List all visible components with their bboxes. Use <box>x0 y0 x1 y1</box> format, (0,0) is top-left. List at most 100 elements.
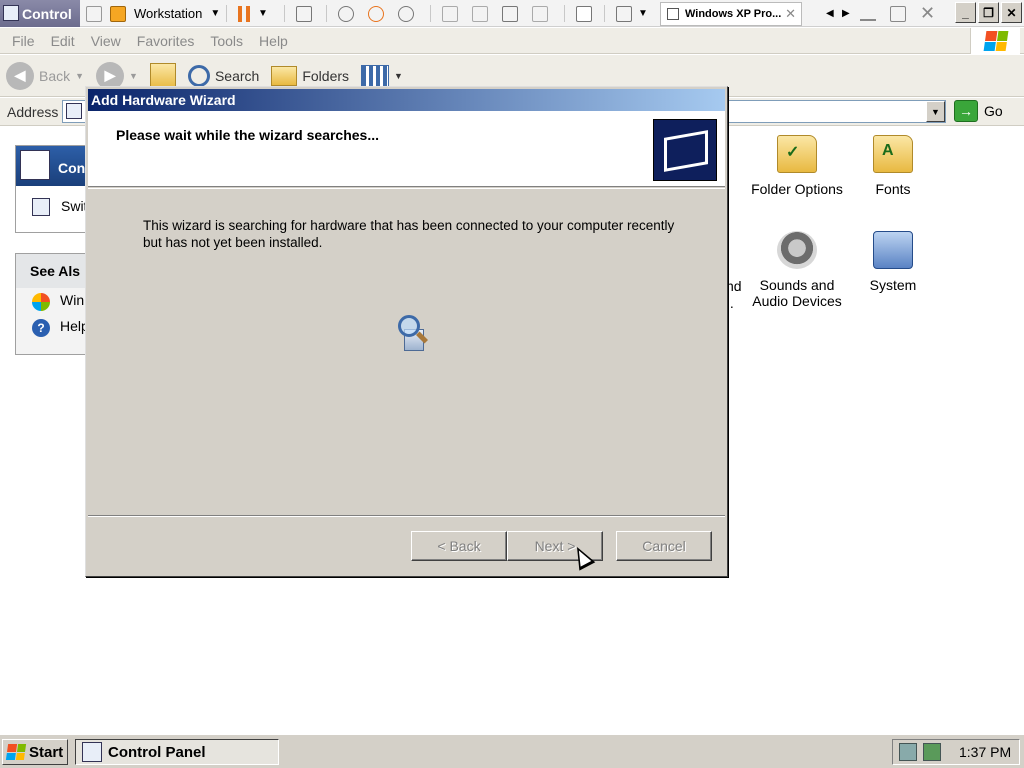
explorer-title-bar: Control <box>0 0 80 27</box>
control-panel-icon <box>82 742 102 762</box>
chevron-down-icon: ▼ <box>129 70 138 81</box>
menu-favorites[interactable]: Favorites <box>129 33 203 49</box>
menu-edit[interactable]: Edit <box>43 33 83 49</box>
menu-help[interactable]: Help <box>251 33 296 49</box>
revert-snapshot-icon[interactable] <box>368 3 384 24</box>
chevron-down-icon: ▼ <box>638 8 648 19</box>
address-dropdown[interactable]: ▼ <box>926 101 945 122</box>
control-panel-task-pane: Con Swit <box>15 145 87 233</box>
see-also-pane: See Als Win ? Help <box>15 253 89 355</box>
maximize-icon[interactable] <box>890 3 906 24</box>
sounds-audio-item[interactable]: Sounds and Audio Devices <box>742 231 852 309</box>
sidebar-icon[interactable] <box>442 3 458 24</box>
system-icon <box>873 231 913 269</box>
fullscreen-icon[interactable] <box>502 3 518 24</box>
vmware-tools-icon[interactable] <box>899 743 917 761</box>
vm-tab-icon <box>667 8 679 20</box>
search-label: Search <box>214 67 260 84</box>
go-label: Go <box>984 103 1003 119</box>
taskbar-control-panel[interactable]: Control Panel <box>75 739 279 765</box>
dialog-body-text: This wizard is searching for hardware th… <box>143 218 675 250</box>
folders-label: Folders <box>302 67 350 84</box>
search-button[interactable]: Search <box>187 64 260 87</box>
folder-options-label: Folder Options <box>751 181 843 197</box>
vmware-toolbar: Workstation ▼ ▼ ▼ Windows XP Pro... ✕ ◀ … <box>0 0 1024 27</box>
restore-button[interactable]: ❐ <box>978 2 999 23</box>
windows-flag-icon <box>983 31 1008 51</box>
tab-scroll-right-icon[interactable]: ▶ <box>842 3 850 24</box>
folders-icon <box>271 65 298 86</box>
taskbar: Start Control Panel 1:37 PM <box>0 734 1024 768</box>
control-panel-header-label: Con <box>58 160 86 176</box>
searching-animation-icon <box>398 315 432 355</box>
pin-icon[interactable] <box>86 3 102 24</box>
switch-view-icon <box>32 198 50 216</box>
start-label: Start <box>29 743 64 761</box>
folder-options-icon: ✓ <box>777 135 817 173</box>
send-keys-icon[interactable] <box>296 3 312 24</box>
windows-logo <box>970 28 1020 54</box>
snapshot-manager-icon[interactable] <box>398 3 414 24</box>
menu-tools[interactable]: Tools <box>202 33 251 49</box>
dialog-title-bar[interactable]: Add Hardware Wizard <box>88 89 725 111</box>
explorer-window-buttons: _ ❐ ✕ <box>955 2 1022 23</box>
minimize-button[interactable]: _ <box>955 2 976 23</box>
up-folder-icon <box>149 62 176 89</box>
back-wizard-button[interactable]: < Back <box>411 531 507 561</box>
vm-tab[interactable]: Windows XP Pro... ✕ <box>660 2 802 26</box>
console-icon[interactable] <box>576 3 592 24</box>
back-button[interactable]: ◀ Back ▼ <box>6 61 85 90</box>
minimize-icon[interactable] <box>860 3 876 24</box>
go-button[interactable]: → Go <box>954 100 1003 122</box>
clock[interactable]: 1:37 PM <box>959 744 1011 760</box>
thumbnail-icon[interactable] <box>472 3 488 24</box>
stretch-icon[interactable]: ▼ <box>616 3 648 24</box>
windows-update-icon <box>32 293 50 311</box>
folder-options-item[interactable]: ✓ Folder Options <box>742 135 852 197</box>
system-tray: 1:37 PM <box>892 739 1020 765</box>
fonts-item[interactable]: A Fonts <box>838 135 948 197</box>
views-button[interactable]: ▼ <box>361 64 403 87</box>
taskbar-control-panel-label: Control Panel <box>108 743 206 761</box>
control-panel-icon <box>20 150 50 180</box>
fonts-icon: A <box>873 135 913 173</box>
close-icon[interactable]: ✕ <box>920 3 935 24</box>
close-button[interactable]: ✕ <box>1001 2 1022 23</box>
speaker-icon <box>777 231 817 269</box>
snapshot-icon[interactable] <box>338 3 354 24</box>
help-support-link[interactable]: ? Help <box>16 314 89 340</box>
menu-view[interactable]: View <box>83 33 129 49</box>
vm-menu-label: Workstation <box>134 6 203 21</box>
workstation-icon <box>110 5 126 22</box>
sounds-audio-label: Sounds and Audio Devices <box>752 277 842 309</box>
folders-button[interactable]: Folders <box>271 65 350 86</box>
menu-file[interactable]: File <box>4 33 43 49</box>
close-icon[interactable]: ✕ <box>785 6 796 22</box>
pause-button[interactable]: ▼ <box>238 3 268 24</box>
cancel-wizard-button[interactable]: Cancel <box>616 531 712 561</box>
network-icon[interactable] <box>923 743 941 761</box>
back-label: Back <box>39 67 71 84</box>
control-panel-header: Con <box>16 146 86 186</box>
control-panel-icon <box>66 103 82 119</box>
unity-icon[interactable] <box>532 3 548 24</box>
tab-scroll-left-icon[interactable]: ◀ <box>826 3 834 24</box>
explorer-title: Control <box>22 5 72 22</box>
chevron-down-icon: ▼ <box>394 70 403 81</box>
switch-view-link[interactable]: Swit <box>16 186 88 216</box>
windows-update-link[interactable]: Win <box>16 288 86 314</box>
windows-flag-icon <box>5 744 27 760</box>
up-folder-button[interactable] <box>149 62 176 89</box>
windows-update-label: Win <box>60 292 85 308</box>
start-button[interactable]: Start <box>2 739 68 765</box>
vm-menu[interactable]: Workstation ▼ <box>110 3 220 24</box>
hidden-icon-label[interactable]: nd .. <box>726 278 742 312</box>
chevron-down-icon: ▼ <box>210 8 221 19</box>
search-icon <box>187 64 210 87</box>
hidden-icon-label-line1: nd <box>726 278 742 294</box>
system-item[interactable]: System <box>838 231 948 293</box>
pause-icon <box>238 5 242 22</box>
chevron-down-icon: ▼ <box>75 70 85 81</box>
switch-view-label: Swit <box>61 198 88 214</box>
dialog-heading: Please wait while the wizard searches... <box>116 127 380 143</box>
